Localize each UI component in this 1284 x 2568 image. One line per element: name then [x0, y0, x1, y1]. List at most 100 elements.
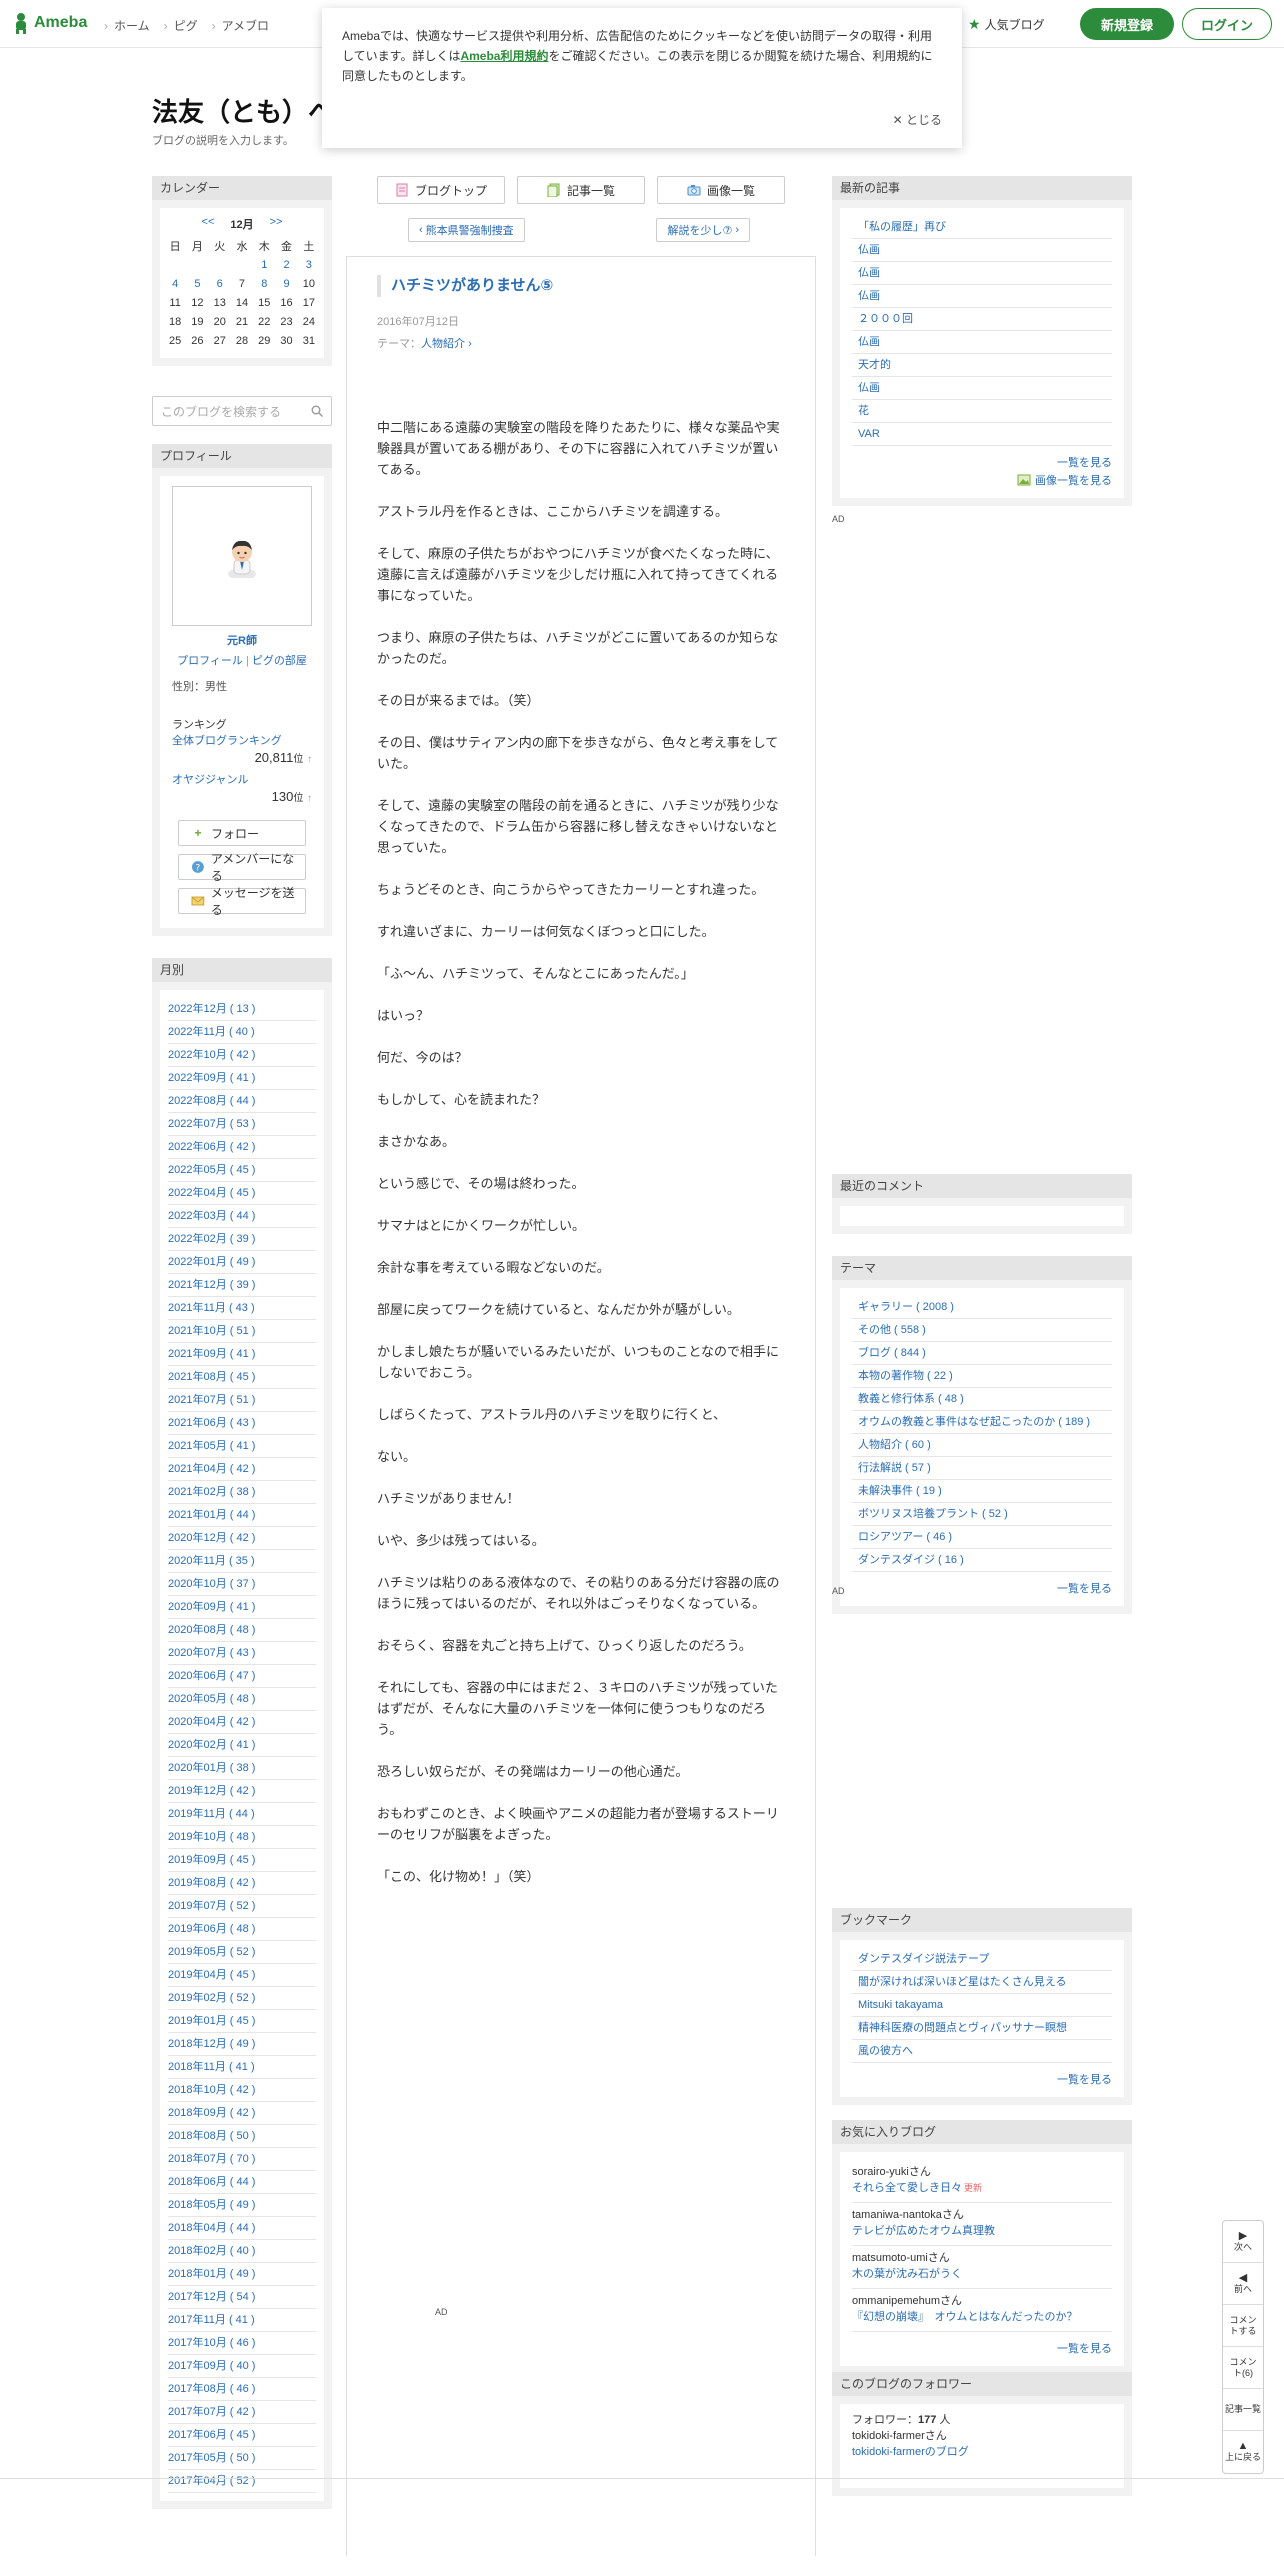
search-icon[interactable]	[311, 405, 323, 417]
monthly-archive-item[interactable]: 2020年02月 ( 41 )	[168, 1734, 316, 1757]
blog-top-button[interactable]: ブログトップ	[377, 176, 505, 204]
monthly-archive-item[interactable]: 2017年07月 ( 42 )	[168, 2401, 316, 2424]
login-button[interactable]: ログイン	[1182, 8, 1272, 40]
monthly-archive-item[interactable]: 2017年10月 ( 46 )	[168, 2332, 316, 2355]
monthly-archive-item[interactable]: 2017年04月 ( 52 )	[168, 2470, 316, 2493]
favorite-user[interactable]: sorairo-yukiさん	[852, 2164, 1112, 2180]
theme-link[interactable]: 教義と修行体系 ( 48 )	[852, 1388, 1112, 1411]
recent-entry-link[interactable]: 仏画	[852, 285, 1112, 308]
genre-ranking-link[interactable]: オヤジジャンル	[172, 771, 312, 787]
favorite-blog-title[interactable]: テレビが広めたオウム真理教	[852, 2223, 1112, 2239]
monthly-archive-item[interactable]: 2019年10月 ( 48 )	[168, 1826, 316, 1849]
popular-blogs-link[interactable]: ★ 人気ブログ	[968, 16, 1045, 33]
favorite-user[interactable]: ommanipemehumさん	[852, 2293, 1112, 2309]
monthly-archive-item[interactable]: 2022年10月 ( 42 )	[168, 1044, 316, 1067]
monthly-archive-item[interactable]: 2022年04月 ( 45 )	[168, 1182, 316, 1205]
recent-entry-link[interactable]: 仏画	[852, 239, 1112, 262]
monthly-archive-item[interactable]: 2018年07月 ( 70 )	[168, 2148, 316, 2171]
favorite-blog-title[interactable]: 『幻想の崩壊』 オウムとはなんだったのか？	[852, 2309, 1112, 2325]
monthly-archive-item[interactable]: 2017年11月 ( 41 )	[168, 2309, 316, 2332]
recent-entry-link[interactable]: 天才的	[852, 354, 1112, 377]
monthly-archive-item[interactable]: 2017年06月 ( 45 )	[168, 2424, 316, 2447]
calendar-day[interactable]: 6	[209, 274, 231, 293]
profile-name[interactable]: 元R師	[172, 632, 312, 648]
monthly-archive-item[interactable]: 2021年02月 ( 38 )	[168, 1481, 316, 1504]
favorites-more-link[interactable]: 一覧を見る	[852, 2340, 1112, 2356]
ameba-logo[interactable]: Ameba	[12, 12, 87, 34]
monthly-archive-item[interactable]: 2022年06月 ( 42 )	[168, 1136, 316, 1159]
image-more-link[interactable]: 画像一覧を見る	[852, 472, 1112, 488]
monthly-archive-item[interactable]: 2019年12月 ( 42 )	[168, 1780, 316, 1803]
monthly-archive-item[interactable]: 2019年06月 ( 48 )	[168, 1918, 316, 1941]
recent-entry-link[interactable]: 仏画	[852, 262, 1112, 285]
theme-link[interactable]: 本物の著作物 ( 22 )	[852, 1365, 1112, 1388]
entries-button[interactable]: 記事一覧	[1223, 2389, 1263, 2431]
monthly-archive-item[interactable]: 2022年05月 ( 45 )	[168, 1159, 316, 1182]
monthly-archive-item[interactable]: 2021年06月 ( 43 )	[168, 1412, 316, 1435]
nav-ameblo[interactable]: › アメブロ	[212, 17, 269, 34]
monthly-archive-item[interactable]: 2021年11月 ( 43 )	[168, 1297, 316, 1320]
back-to-top-button[interactable]: ▲ 上に戻る	[1223, 2431, 1263, 2473]
monthly-archive-item[interactable]: 2021年07月 ( 51 )	[168, 1389, 316, 1412]
monthly-archive-item[interactable]: 2019年07月 ( 52 )	[168, 1895, 316, 1918]
monthly-archive-item[interactable]: 2022年02月 ( 39 )	[168, 1228, 316, 1251]
bookmark-link[interactable]: 風の彼方へ	[852, 2040, 1112, 2063]
blog-title[interactable]: 法友（とも）へ	[152, 92, 334, 129]
bookmark-link[interactable]: 闇が深ければ深いほど星はたくさん見える	[852, 1971, 1112, 1994]
calendar-day[interactable]: 1	[253, 255, 275, 274]
monthly-archive-item[interactable]: 2018年04月 ( 44 )	[168, 2217, 316, 2240]
article-title[interactable]: ハチミツがありません⑤	[377, 275, 785, 297]
monthly-archive-item[interactable]: 2019年11月 ( 44 )	[168, 1803, 316, 1826]
monthly-archive-item[interactable]: 2020年10月 ( 37 )	[168, 1573, 316, 1596]
monthly-archive-item[interactable]: 2021年09月 ( 41 )	[168, 1343, 316, 1366]
calendar-day[interactable]: 9	[275, 274, 297, 293]
profile-link[interactable]: プロフィール	[177, 655, 243, 667]
monthly-archive-item[interactable]: 2019年09月 ( 45 )	[168, 1849, 316, 1872]
monthly-archive-item[interactable]: 2020年11月 ( 35 )	[168, 1550, 316, 1573]
follower-blog-link[interactable]: tokidoki-farmerのブログ	[852, 2444, 1112, 2460]
recent-entry-link[interactable]: 花	[852, 400, 1112, 423]
monthly-archive-item[interactable]: 2020年04月 ( 42 )	[168, 1711, 316, 1734]
themes-more-link[interactable]: 一覧を見る	[852, 1580, 1112, 1596]
monthly-archive-item[interactable]: 2022年01月 ( 49 )	[168, 1251, 316, 1274]
monthly-archive-item[interactable]: 2022年12月 ( 13 )	[168, 998, 316, 1021]
monthly-archive-item[interactable]: 2020年12月 ( 42 )	[168, 1527, 316, 1550]
favorite-blog-title-text[interactable]: テレビが広めたオウム真理教	[852, 2225, 995, 2237]
nav-pigg[interactable]: › ピグ	[164, 17, 198, 34]
image-list-button[interactable]: 画像一覧	[657, 176, 785, 204]
calendar-day[interactable]: 5	[186, 274, 208, 293]
favorite-blog-title[interactable]: 木の葉が沈み石がうく	[852, 2266, 1112, 2282]
recent-entry-link[interactable]: ２０００回	[852, 308, 1112, 331]
calendar-day[interactable]: 2	[275, 255, 297, 274]
monthly-archive-item[interactable]: 2018年09月 ( 42 )	[168, 2102, 316, 2125]
monthly-archive-item[interactable]: 2018年06月 ( 44 )	[168, 2171, 316, 2194]
monthly-archive-item[interactable]: 2021年12月 ( 39 )	[168, 1274, 316, 1297]
monthly-archive-item[interactable]: 2018年01月 ( 49 )	[168, 2263, 316, 2286]
bookmark-link[interactable]: 精神科医療の問題点とヴィパッサナー瞑想	[852, 2017, 1112, 2040]
monthly-archive-item[interactable]: 2017年09月 ( 40 )	[168, 2355, 316, 2378]
prev-button[interactable]: ◀ 前へ	[1223, 2263, 1263, 2305]
monthly-archive-item[interactable]: 2020年07月 ( 43 )	[168, 1642, 316, 1665]
calendar-day[interactable]: 4	[164, 274, 186, 293]
monthly-archive-item[interactable]: 2022年09月 ( 41 )	[168, 1067, 316, 1090]
monthly-archive-item[interactable]: 2020年06月 ( 47 )	[168, 1665, 316, 1688]
monthly-archive-item[interactable]: 2017年08月 ( 46 )	[168, 2378, 316, 2401]
avatar[interactable]	[172, 486, 312, 626]
monthly-archive-item[interactable]: 2022年07月 ( 53 )	[168, 1113, 316, 1136]
monthly-archive-item[interactable]: 2018年05月 ( 49 )	[168, 2194, 316, 2217]
theme-link[interactable]: ブログ ( 844 )	[852, 1342, 1112, 1365]
blog-search-input[interactable]: このブログを検索する	[152, 396, 332, 426]
bookmark-link[interactable]: ダンテスダイジ説法テープ	[852, 1948, 1112, 1971]
monthly-archive-item[interactable]: 2021年01月 ( 44 )	[168, 1504, 316, 1527]
monthly-archive-item[interactable]: 2018年02月 ( 40 )	[168, 2240, 316, 2263]
monthly-archive-item[interactable]: 2021年10月 ( 51 )	[168, 1320, 316, 1343]
monthly-archive-item[interactable]: 2020年05月 ( 48 )	[168, 1688, 316, 1711]
theme-link[interactable]: 人物紹介 ( 60 )	[852, 1434, 1112, 1457]
recent-entry-link[interactable]: VAR	[852, 423, 1112, 446]
monthly-archive-item[interactable]: 2021年05月 ( 41 )	[168, 1435, 316, 1458]
recent-entry-link[interactable]: 仏画	[852, 331, 1112, 354]
monthly-archive-item[interactable]: 2017年12月 ( 54 )	[168, 2286, 316, 2309]
monthly-archive-item[interactable]: 2022年11月 ( 40 )	[168, 1021, 316, 1044]
favorite-user[interactable]: matsumoto-umiさん	[852, 2250, 1112, 2266]
monthly-archive-item[interactable]: 2019年02月 ( 52 )	[168, 1987, 316, 2010]
